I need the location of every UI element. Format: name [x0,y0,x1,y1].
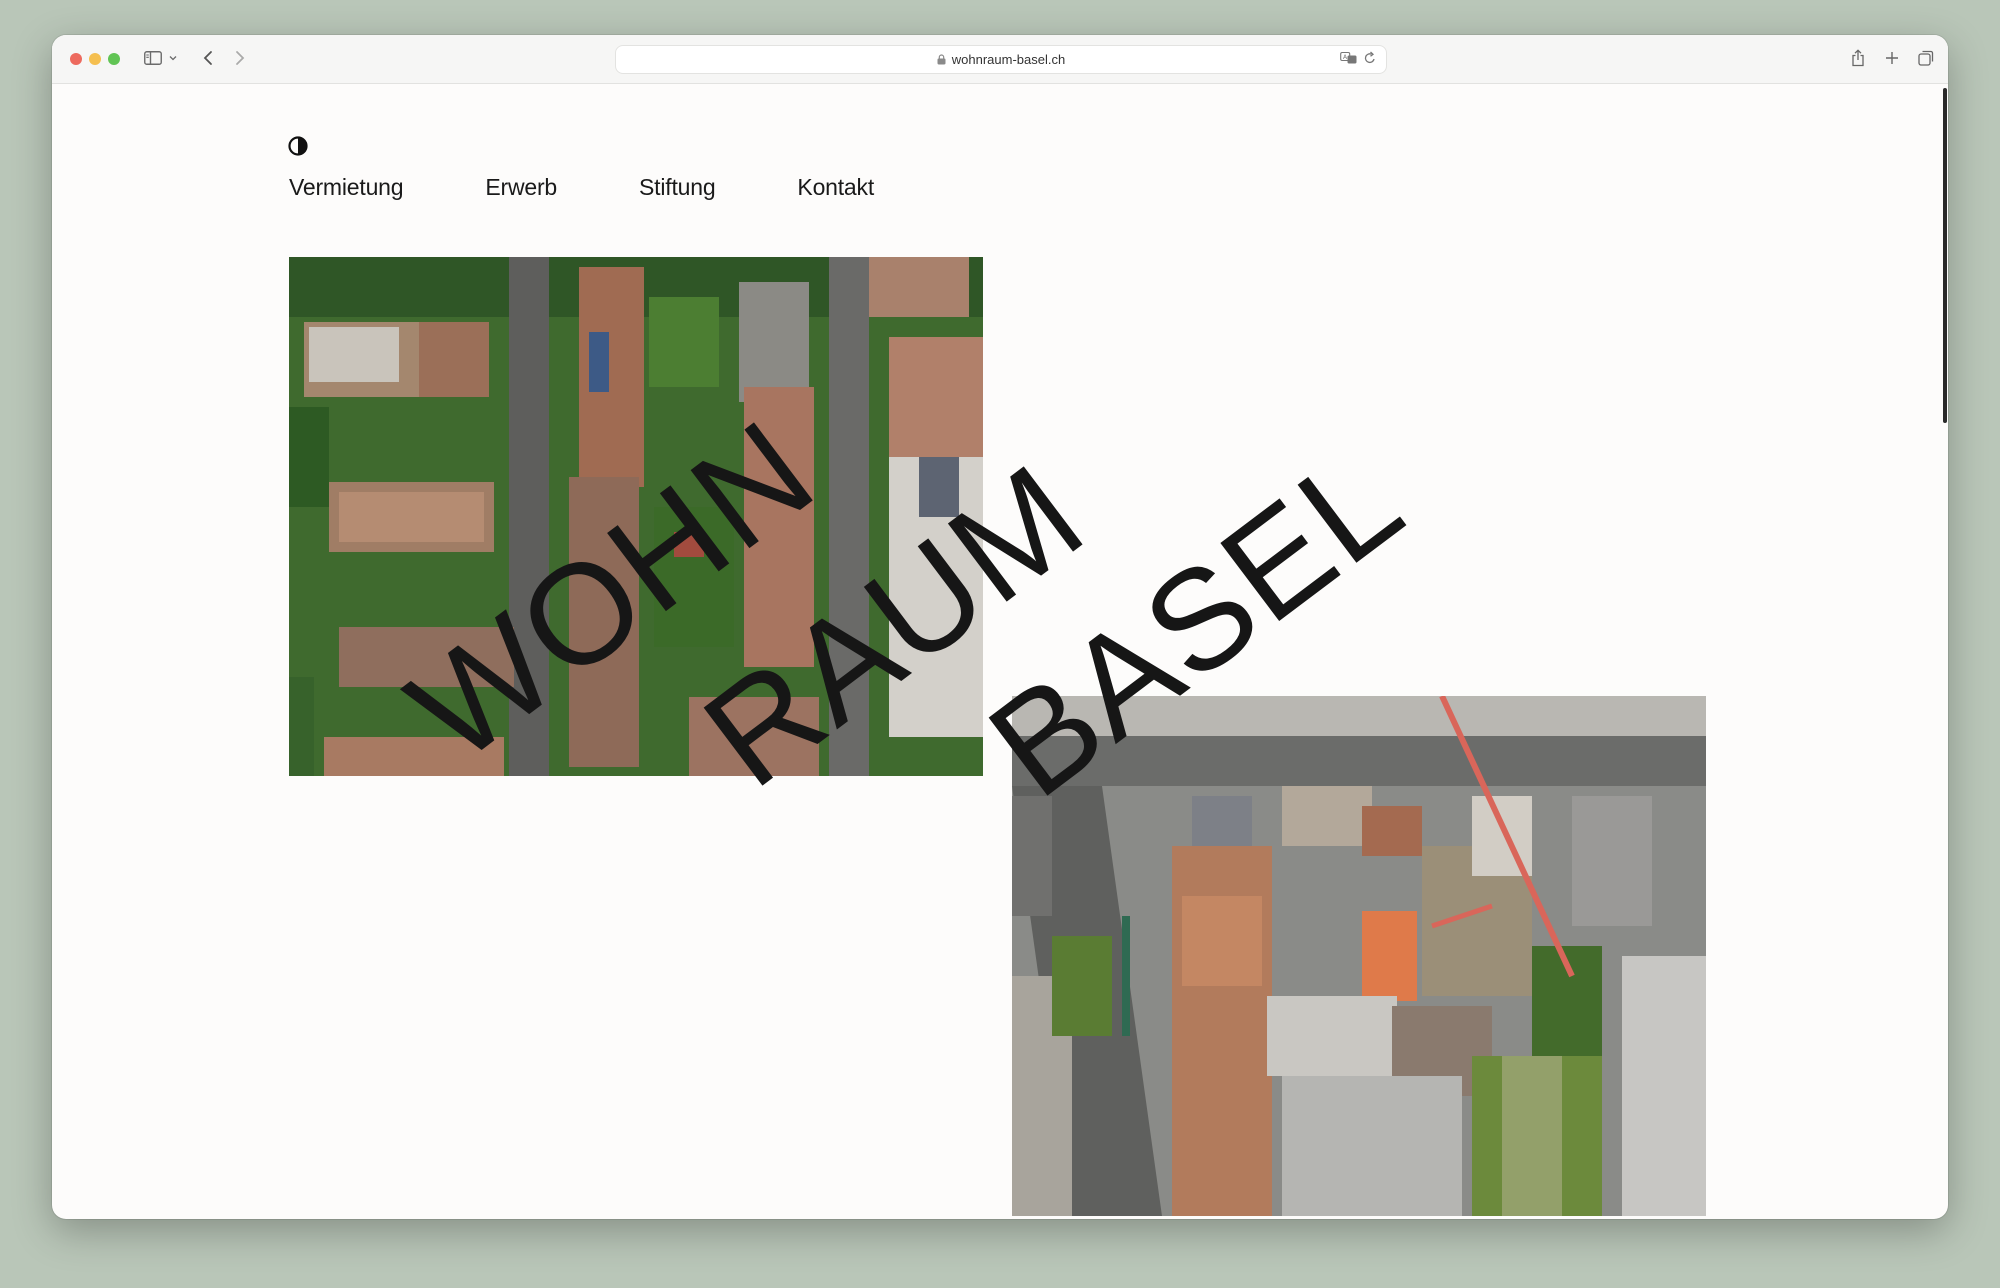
chevron-down-icon[interactable] [167,45,179,71]
tabs-icon[interactable] [1916,45,1936,71]
nav-item-erwerb[interactable]: Erwerb [485,174,557,201]
minimize-window-button[interactable] [89,53,101,65]
share-icon[interactable] [1848,45,1868,71]
reload-icon[interactable] [1364,51,1376,68]
nav-item-stiftung[interactable]: Stiftung [639,174,716,201]
browser-window: wohnraum-basel.ch A Vermietung Erwerb St… [52,35,1948,1219]
zoom-window-button[interactable] [108,53,120,65]
chevron-right-icon[interactable] [230,45,250,71]
page-scrollbar[interactable] [1942,84,1948,1219]
url-text: wohnraum-basel.ch [951,52,1066,67]
scrollbar-thumb[interactable] [1943,88,1947,423]
sidebar-icon[interactable] [142,45,164,71]
plus-icon[interactable] [1882,45,1902,71]
translate-icon[interactable]: A [1340,51,1358,68]
aerial-photo-construction [1012,696,1706,1216]
nav-item-kontakt[interactable]: Kontakt [797,174,874,201]
page-content: Vermietung Erwerb Stiftung Kontakt WOHN … [52,84,1948,1219]
address-bar[interactable]: wohnraum-basel.ch A [615,45,1387,74]
lock-icon [937,54,946,65]
half-circle-contrast-icon[interactable] [288,136,308,156]
chevron-left-icon[interactable] [198,45,218,71]
close-window-button[interactable] [70,53,82,65]
main-navigation: Vermietung Erwerb Stiftung Kontakt [289,174,874,201]
nav-item-vermietung[interactable]: Vermietung [289,174,404,201]
aerial-photo-residential [289,257,983,776]
browser-toolbar: wohnraum-basel.ch A [52,35,1948,84]
